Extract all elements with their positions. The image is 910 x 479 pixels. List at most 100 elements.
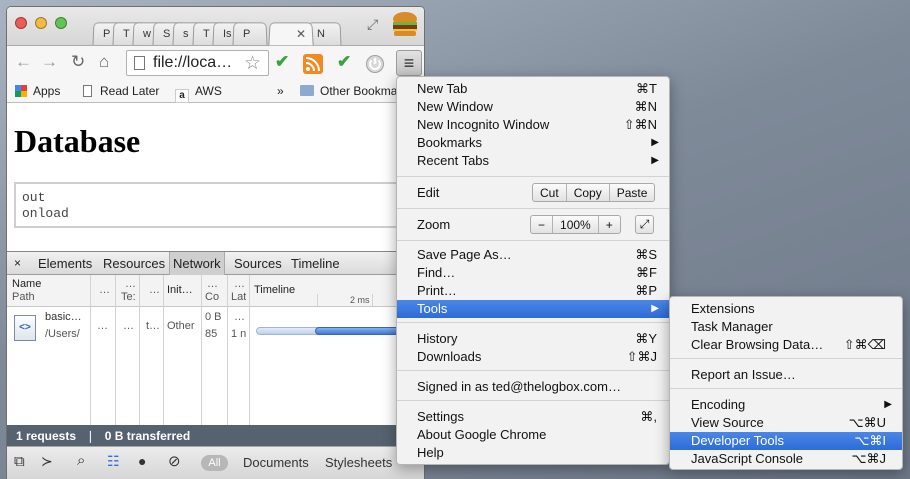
menu-item-bookmarks[interactable]: Bookmarks ▶	[397, 134, 669, 152]
menu-item-view-source[interactable]: View Source ⌥⌘U	[670, 414, 902, 432]
menu-item-about[interactable]: About Google Chrome	[397, 426, 669, 444]
fullscreen-icon: ⤢	[639, 217, 650, 231]
menu-item-help[interactable]: Help	[397, 444, 669, 462]
rss-icon[interactable]	[303, 54, 323, 74]
menu-item-label: New Window	[417, 99, 493, 114]
menu-item-report-issue[interactable]: Report an Issue…	[670, 366, 902, 384]
bookmark-apps[interactable]: Apps	[15, 84, 60, 98]
menu-item-new-window[interactable]: New Window ⌘N	[397, 98, 669, 116]
menu-item-new-tab[interactable]: New Tab ⌘T	[397, 80, 669, 98]
bookmark-other-folder[interactable]: Other Bookma	[300, 84, 397, 98]
menu-separator	[397, 176, 669, 177]
tab-network[interactable]: Network	[169, 252, 225, 275]
menu-item-encoding[interactable]: Encoding ▶	[670, 396, 902, 414]
column-header[interactable]: …	[234, 278, 245, 290]
column-header[interactable]: …	[149, 284, 160, 296]
menu-item-javascript-console[interactable]: JavaScript Console ⌥⌘J	[670, 450, 902, 468]
menu-separator	[397, 400, 669, 401]
bookmark-read-later[interactable]: Read Later	[83, 84, 159, 98]
bookmark-aws[interactable]: a AWS	[175, 84, 222, 103]
tab-strip: P T w S s T Is P N ✕ ⤢	[7, 7, 424, 46]
menu-item-downloads[interactable]: Downloads ⇧⌘J	[397, 348, 669, 366]
tab-timeline[interactable]: Timeline	[291, 256, 340, 271]
menu-item-save-page[interactable]: Save Page As… ⌘S	[397, 246, 669, 264]
menu-item-label: Developer Tools	[691, 433, 784, 448]
menu-item-recent-tabs[interactable]: Recent Tabs ▶	[397, 152, 669, 170]
menu-item-clear-browsing-data[interactable]: Clear Browsing Data… ⇧⌘⌫	[670, 336, 902, 354]
tab-sources[interactable]: Sources	[234, 256, 282, 271]
menu-item-new-incognito[interactable]: New Incognito Window ⇧⌘N	[397, 116, 669, 134]
menu-shortcut: ⇧⌘J	[626, 349, 657, 364]
column-header-path[interactable]: Path	[12, 291, 35, 303]
column-header-initiator[interactable]: Init…	[167, 284, 193, 296]
page-content: Database out onload	[7, 103, 424, 249]
timeline-tick-label: 2 ms	[350, 295, 370, 305]
filter-documents-button[interactable]: Documents	[243, 455, 309, 470]
menu-item-extensions[interactable]: Extensions	[670, 300, 902, 318]
home-icon[interactable]: ⌂	[99, 52, 109, 72]
search-icon[interactable]: ⌕	[77, 452, 85, 469]
filter-all-button[interactable]: All	[201, 455, 228, 471]
paste-button[interactable]: Paste	[610, 184, 655, 201]
menu-item-settings[interactable]: Settings ⌘,	[397, 408, 669, 426]
tools-submenu: Extensions Task Manager Clear Browsing D…	[669, 296, 903, 470]
column-header[interactable]: …	[99, 284, 110, 296]
menu-item-task-manager[interactable]: Task Manager	[670, 318, 902, 336]
menu-item-label: Task Manager	[691, 319, 773, 334]
chrome-main-menu: New Tab ⌘T New Window ⌘N New Incognito Win…	[396, 76, 670, 465]
zoom-out-button[interactable]: −	[531, 216, 554, 233]
network-request-row[interactable]: <> basic… /Users/ … … t… Other 0 B 85 … …	[7, 307, 424, 425]
profile-avatar-icon[interactable]	[390, 11, 420, 39]
column-header[interactable]: …	[125, 278, 136, 290]
power-extension-icon[interactable]	[365, 54, 385, 74]
menu-item-history[interactable]: History ⌘Y	[397, 330, 669, 348]
menu-item-find[interactable]: Find… ⌘F	[397, 264, 669, 282]
menu-separator	[397, 208, 669, 209]
devtools-close-icon[interactable]: ×	[14, 256, 21, 270]
window-zoom-button[interactable]	[55, 17, 67, 29]
dock-icon[interactable]: ⧉	[14, 453, 25, 470]
browser-tab-active[interactable]: ✕	[268, 22, 314, 46]
chrome-menu-button[interactable]: ≡	[396, 50, 422, 76]
column-header-timeline[interactable]: Timeline	[254, 284, 295, 296]
menu-item-developer-tools[interactable]: Developer Tools ⌥⌘I	[670, 432, 902, 450]
column-header-latency[interactable]: Lat	[231, 291, 246, 303]
menu-item-signed-in[interactable]: Signed in as ted@thelogbox.com…	[397, 378, 669, 396]
menu-item-print[interactable]: Print… ⌘P	[397, 282, 669, 300]
column-header-size[interactable]: Co	[205, 291, 219, 303]
copy-button[interactable]: Copy	[567, 184, 610, 201]
bookmark-label: Other Bookma	[320, 84, 398, 98]
tab-elements[interactable]: Elements	[38, 256, 92, 271]
tab-resources[interactable]: Resources	[103, 256, 165, 271]
address-bar[interactable]: file://loca… ☆	[126, 50, 269, 76]
list-view-icon[interactable]: ☷	[107, 453, 120, 470]
restore-window-icon[interactable]: ⤢	[367, 16, 387, 32]
forward-arrow-icon[interactable]: →	[41, 52, 58, 72]
column-header-name[interactable]: Name	[12, 278, 41, 290]
window-close-button[interactable]	[15, 17, 27, 29]
zoom-in-button[interactable]: +	[599, 216, 620, 233]
menu-item-label: Extensions	[691, 301, 755, 316]
filter-stylesheets-button[interactable]: Stylesheets	[325, 455, 392, 470]
menu-item-tools[interactable]: Tools ▶	[397, 300, 669, 318]
devtools-tabbar: × Elements Resources Network Sources Tim…	[7, 252, 424, 275]
close-icon[interactable]: ✕	[296, 27, 306, 41]
cut-button[interactable]: Cut	[533, 184, 567, 201]
column-header[interactable]: Te:	[121, 291, 136, 303]
clear-icon[interactable]: ⊘	[168, 452, 181, 470]
bookmarks-overflow-button[interactable]: »	[277, 84, 284, 98]
fullscreen-button[interactable]: ⤢	[635, 215, 654, 234]
menu-item-label: Help	[417, 445, 444, 460]
reload-icon[interactable]: ↻	[71, 52, 85, 72]
star-icon[interactable]: ☆	[244, 52, 261, 75]
submenu-arrow-icon: ▶	[651, 155, 659, 166]
checkmark-extension-icon[interactable]: ✔	[337, 52, 351, 72]
back-arrow-icon[interactable]: ←	[15, 52, 32, 72]
menu-shortcut: ⇧⌘⌫	[843, 337, 886, 352]
column-header[interactable]: …	[207, 278, 218, 290]
window-minimize-button[interactable]	[35, 17, 47, 29]
checkmark-extension-icon[interactable]: ✔	[275, 52, 289, 72]
browser-tab[interactable]: P	[232, 22, 268, 46]
record-icon[interactable]: ●	[138, 453, 146, 469]
console-drawer-icon[interactable]: ≻	[41, 453, 53, 470]
